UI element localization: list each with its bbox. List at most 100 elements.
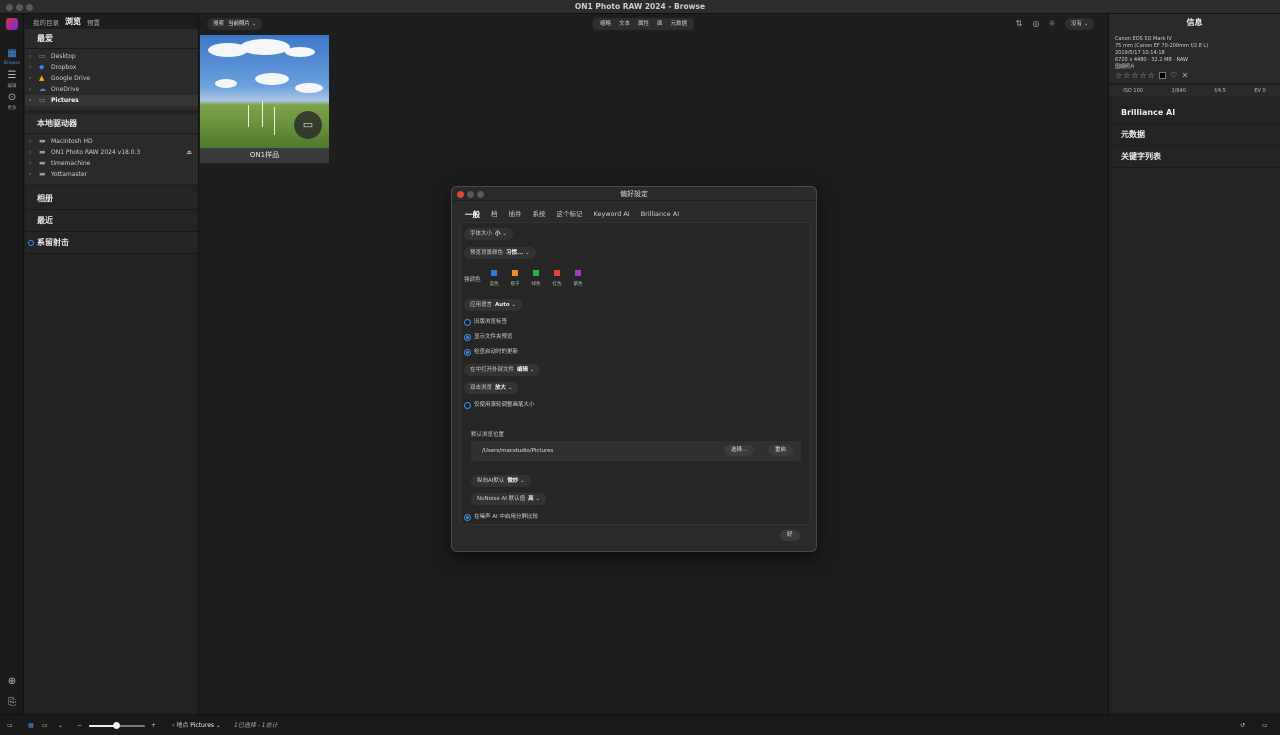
search-scope-dropdown[interactable]: 搜索 当前照片 ⌄ [207, 18, 263, 30]
star-icon[interactable]: ☆ [1115, 71, 1123, 80]
right-panel-toggle-icon[interactable]: ▭ [1262, 720, 1268, 731]
favorites-header[interactable]: 最爱 [25, 29, 198, 49]
location-dropdown[interactable]: ‹ 地点 Pictures ⌄ [172, 720, 221, 731]
local-drives-header[interactable]: 本地驱动器 [25, 114, 198, 134]
favorites-section: 最爱 › ▭ Desktop › ◆ Dropbox › ▲ Google Dr… [25, 29, 198, 110]
tab-presets[interactable]: 预置 [87, 17, 100, 27]
default-location-field: /Users/macstudio/Pictures 选择... 重启 [471, 441, 801, 461]
single-view-icon[interactable]: ▭ [42, 720, 48, 731]
old-browse-tab-radio[interactable]: 旧版浏览标签 [464, 318, 507, 327]
font-size-dropdown[interactable]: 字体大小小 ⌄ [464, 228, 513, 240]
ok-button[interactable]: 好 [780, 530, 800, 541]
rotate-icon[interactable]: ↺ [1240, 720, 1245, 731]
tab-browse[interactable]: 浏览 [65, 16, 81, 27]
slider-knob[interactable] [113, 722, 120, 729]
module-edit[interactable]: ☰ 编辑 [0, 70, 24, 89]
accent-swatch-blue[interactable] [491, 270, 497, 276]
chevron-right-icon[interactable]: › [29, 73, 35, 84]
heart-icon[interactable]: ♡ [1170, 71, 1178, 80]
folder-thumbnail[interactable]: ▭ ON1样品 [200, 35, 329, 163]
tab-catalog[interactable]: 我的目录 [33, 17, 59, 27]
nonoise-default-dropdown[interactable]: NoNoise AI 默认值高 ⌄ [471, 493, 546, 505]
chevron-right-icon[interactable]: › [29, 84, 35, 95]
view-thumbnails[interactable]: 缩略 [596, 18, 615, 30]
tethered-shooting-header[interactable]: 系留射击 [25, 232, 198, 254]
transfer-button[interactable]: ⊕ [0, 676, 24, 689]
star-icon[interactable]: ☆ [1140, 71, 1148, 80]
chevron-right-icon[interactable]: › [29, 158, 35, 169]
recent-header[interactable]: 最近 [25, 210, 198, 232]
module-more[interactable]: ⊙ 更多 [0, 92, 24, 111]
sidebar-item-pictures[interactable]: › ▭ Pictures [25, 95, 198, 106]
double-click-dropdown[interactable]: 双击浏览 放大 ⌄ [464, 382, 519, 394]
star-icon[interactable]: ☆ [1148, 71, 1156, 80]
open-external-dropdown[interactable]: 在中打开外部文件 编辑 ⌄ [464, 364, 541, 376]
accent-swatch-green[interactable] [533, 270, 539, 276]
folder-sync-button[interactable]: ⎘ [0, 697, 24, 710]
info-header[interactable]: 信息 [1109, 14, 1280, 32]
portrait-ai-default-dropdown[interactable]: 纵向AI默认 微妙 ⌄ [471, 475, 531, 487]
tab-keyword-ai[interactable]: Keyword AI [589, 209, 635, 220]
reset-button[interactable]: 重启 [768, 445, 794, 456]
show-folder-preview-radio[interactable]: 显示文件夹预览 [464, 333, 513, 342]
window-titlebar: ON1 Photo RAW 2024 - Browse [0, 0, 1280, 14]
eject-icon[interactable]: ⏏ [186, 147, 192, 158]
sort-dropdown[interactable]: 没有 ⌄ [1065, 18, 1095, 30]
reject-icon[interactable]: ✕ [1182, 71, 1190, 80]
chevron-down-icon: ⌄ [535, 496, 540, 502]
keyword-list-section[interactable]: 关键字列表 [1109, 146, 1280, 168]
metadata-section[interactable]: 元数据 [1109, 124, 1280, 146]
preview-background-dropdown[interactable]: 预览背景颜色 习惯... ⌄ [464, 247, 536, 259]
sort-icon[interactable]: ⇅ [1013, 18, 1025, 30]
view-metadata[interactable]: 元数据 [667, 18, 692, 30]
compare-icon[interactable]: ◎ [1030, 18, 1042, 30]
chevron-right-icon[interactable]: › [29, 169, 35, 180]
chevron-right-icon[interactable]: › [29, 147, 35, 158]
chevron-right-icon[interactable]: › [29, 136, 35, 147]
tab-files[interactable]: 档 [486, 209, 503, 220]
thumbnail-size-slider[interactable] [89, 722, 145, 729]
sidebar-item-onedrive[interactable]: › ☁ OneDrive [25, 84, 198, 95]
tab-tagging[interactable]: 这个标记 [552, 209, 588, 220]
tab-brilliance-ai[interactable]: Brilliance AI [636, 209, 684, 220]
tab-general[interactable]: 一般 [460, 209, 485, 220]
brilliance-ai-section[interactable]: Brilliance AI [1109, 102, 1280, 124]
sidebar-item-timemachine[interactable]: › ▬ timemachine [25, 158, 198, 169]
scroll-brush-size-radio[interactable]: 仅使用滚轮调整画笔大小 [464, 401, 535, 410]
view-text[interactable]: 文本 [615, 18, 634, 30]
albums-header[interactable]: 相册 [25, 188, 198, 210]
color-label-swatch[interactable] [1159, 72, 1167, 79]
view-attributes[interactable]: 属性 [634, 18, 653, 30]
chevron-right-icon[interactable]: › [29, 51, 35, 62]
choose-button[interactable]: 选择... [724, 445, 755, 456]
check-updates-radio[interactable]: 检查启动时的更新 [464, 348, 518, 357]
dialog-close-button[interactable] [457, 191, 464, 198]
zoom-in-icon[interactable]: + [151, 720, 156, 731]
sidebar-item-desktop[interactable]: › ▭ Desktop [25, 51, 198, 62]
accent-swatch-purple[interactable] [575, 270, 581, 276]
view-faces[interactable]: 面 [653, 18, 667, 30]
tab-system[interactable]: 系统 [528, 209, 551, 220]
sidebar-toggle-icon[interactable]: ▭ [7, 720, 13, 731]
module-browse[interactable]: ▦ Browse [0, 48, 24, 66]
zoom-out-icon[interactable]: − [77, 720, 82, 731]
drive-icon: ▬ [39, 159, 46, 167]
chevron-right-icon[interactable]: › [29, 62, 35, 73]
split-compare-radio[interactable]: 在噪声 AI 中启用分屏比较 [464, 513, 538, 522]
star-icon[interactable]: ☆ [1131, 71, 1139, 80]
accent-swatch-red[interactable] [554, 270, 560, 276]
brightness-icon[interactable]: ☼ [1046, 18, 1058, 30]
sidebar-item-yottamaster[interactable]: › ▬ Yottamaster [25, 169, 198, 180]
sidebar-item-google-drive[interactable]: › ▲ Google Drive [25, 73, 198, 84]
google-drive-icon: ▲ [39, 74, 45, 82]
grid-view-icon[interactable]: ▦ [28, 720, 34, 731]
sidebar-item-macintosh-hd[interactable]: › ▬ Macintosh HD [25, 136, 198, 147]
app-language-dropdown[interactable]: 应用语言 Auto ⌄ [464, 299, 522, 311]
chevron-right-icon[interactable]: › [29, 95, 35, 106]
tab-plugins[interactable]: 插件 [504, 209, 527, 220]
sidebar-item-dropbox[interactable]: › ◆ Dropbox [25, 62, 198, 73]
accent-swatch-orange[interactable] [512, 270, 518, 276]
sidebar-item-on1-volume[interactable]: › ▬ ON1 Photo RAW 2024 v18.0.3 ⏏ [25, 147, 198, 158]
chevron-down-icon[interactable]: ⌄ [58, 720, 63, 731]
nonoise-value: 高 [528, 496, 534, 502]
